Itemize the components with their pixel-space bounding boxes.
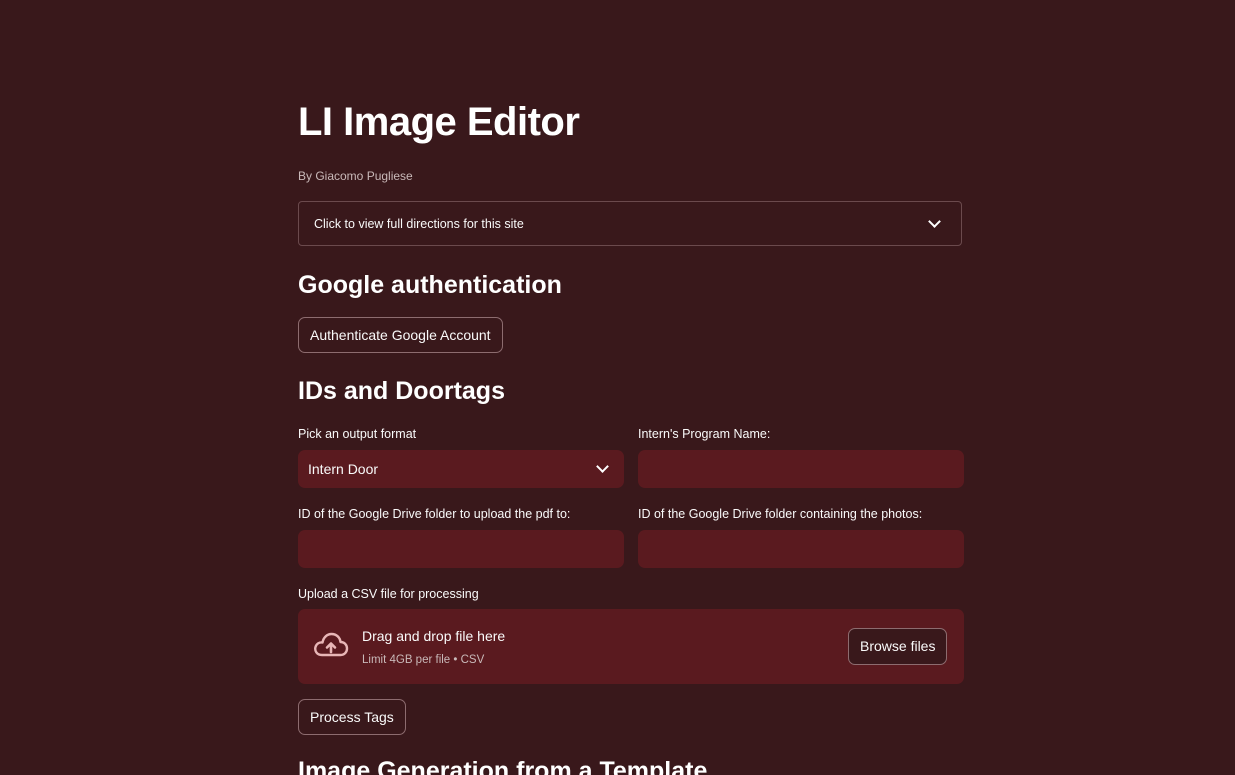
photos-folder-id-input[interactable]	[638, 530, 964, 568]
directions-expander[interactable]: Click to view full directions for this s…	[298, 201, 962, 246]
authenticate-google-button[interactable]: Authenticate Google Account	[298, 317, 503, 353]
ids-doortags-heading: IDs and Doortags	[298, 377, 505, 405]
browse-files-button[interactable]: Browse files	[848, 628, 948, 665]
upload-folder-id-input[interactable]	[298, 530, 624, 568]
author-byline: By Giacomo Pugliese	[298, 169, 413, 183]
directions-expander-label: Click to view full directions for this s…	[314, 217, 524, 231]
chevron-down-icon	[596, 460, 609, 473]
csv-file-dropzone[interactable]: Drag and drop file here Limit 4GB per fi…	[298, 609, 964, 684]
program-name-label: Intern's Program Name:	[638, 427, 771, 441]
dropzone-limit-text: Limit 4GB per file • CSV	[362, 654, 485, 666]
photos-folder-label: ID of the Google Drive folder containing…	[638, 507, 923, 521]
image-generation-heading: Image Generation from a Template	[298, 757, 708, 775]
output-format-label: Pick an output format	[298, 427, 417, 441]
chevron-down-icon	[928, 215, 941, 228]
app-page: LI Image Editor By Giacomo Pugliese Clic…	[0, 0, 1235, 775]
dropzone-title: Drag and drop file here	[362, 628, 506, 644]
upload-folder-label: ID of the Google Drive folder to upload …	[298, 507, 571, 521]
program-name-input[interactable]	[638, 450, 964, 488]
cloud-upload-icon	[314, 632, 349, 657]
process-tags-button[interactable]: Process Tags	[298, 699, 406, 735]
output-format-select[interactable]: Intern Door	[298, 450, 624, 488]
csv-upload-label: Upload a CSV file for processing	[298, 587, 479, 601]
output-format-selected-value: Intern Door	[308, 461, 379, 477]
page-title: LI Image Editor	[298, 100, 580, 144]
google-auth-heading: Google authentication	[298, 271, 562, 299]
